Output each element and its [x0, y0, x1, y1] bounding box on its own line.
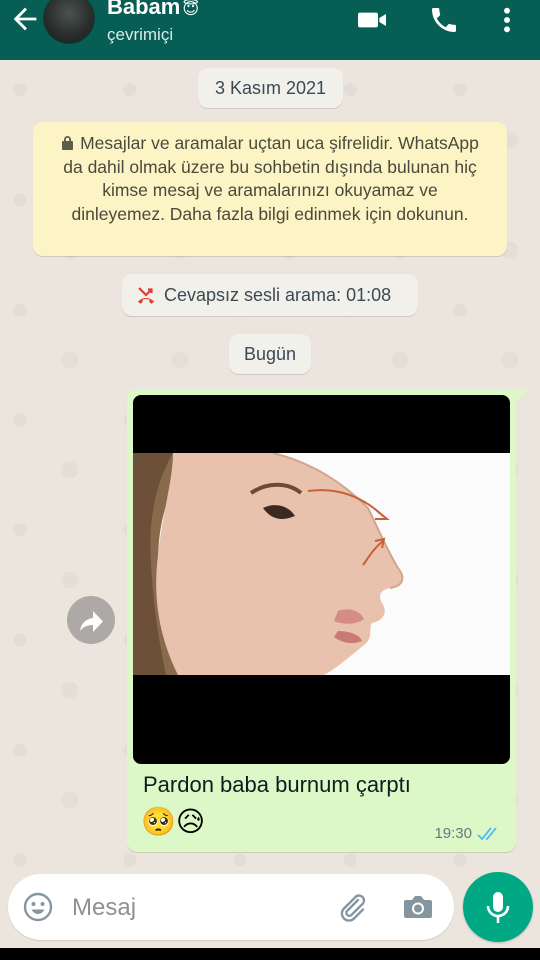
message-composer — [8, 874, 454, 940]
bubble-tail — [514, 389, 528, 403]
avatar[interactable] — [43, 0, 95, 44]
phone-call-icon[interactable] — [428, 4, 460, 36]
missed-call-notice[interactable]: Cevapsız sesli arama: 01:08 — [122, 274, 418, 316]
today-chip: Bugün — [229, 334, 311, 374]
missed-call-text: Cevapsız sesli arama: 01:08 — [164, 285, 392, 305]
microphone-button[interactable] — [463, 872, 533, 942]
camera-icon[interactable] — [402, 892, 434, 922]
contact-name-text: Babam — [107, 0, 181, 19]
nose-profile-photo — [133, 453, 510, 675]
missed-call-icon — [138, 287, 154, 304]
message-emoji: 🥺😥 — [141, 806, 206, 837]
message-input[interactable] — [72, 892, 312, 924]
back-arrow-icon[interactable] — [8, 2, 42, 36]
date-chip: 3 Kasım 2021 — [198, 68, 343, 108]
lock-icon — [62, 136, 74, 150]
message-caption: Pardon baba burnum çarptı — [143, 772, 411, 797]
encryption-notice[interactable]: Mesajlar ve aramalar uçtan uca şifrelidi… — [33, 122, 507, 256]
contact-status: çevrimiçi — [107, 25, 174, 44]
chat-header: Babam 😇 çevrimiçi — [0, 0, 540, 60]
more-vert-icon[interactable] — [495, 4, 519, 36]
forward-button[interactable] — [67, 596, 115, 644]
contact-name-emoji: 😇 — [182, 1, 200, 18]
attach-icon[interactable] — [336, 891, 368, 923]
encryption-notice-text: Mesajlar ve aramalar uçtan uca şifrelidi… — [63, 133, 479, 224]
outgoing-message[interactable]: Pardon baba burnum çarptı 🥺😥 19:30 — [127, 389, 516, 852]
video-call-icon[interactable] — [356, 4, 388, 36]
contact-name[interactable]: Babam 😇 — [107, 0, 199, 20]
emoji-icon[interactable] — [22, 891, 54, 923]
system-nav-strip — [0, 948, 540, 960]
message-time: 19:30 — [434, 825, 472, 842]
read-ticks-icon — [477, 827, 497, 841]
message-image[interactable] — [133, 395, 510, 764]
